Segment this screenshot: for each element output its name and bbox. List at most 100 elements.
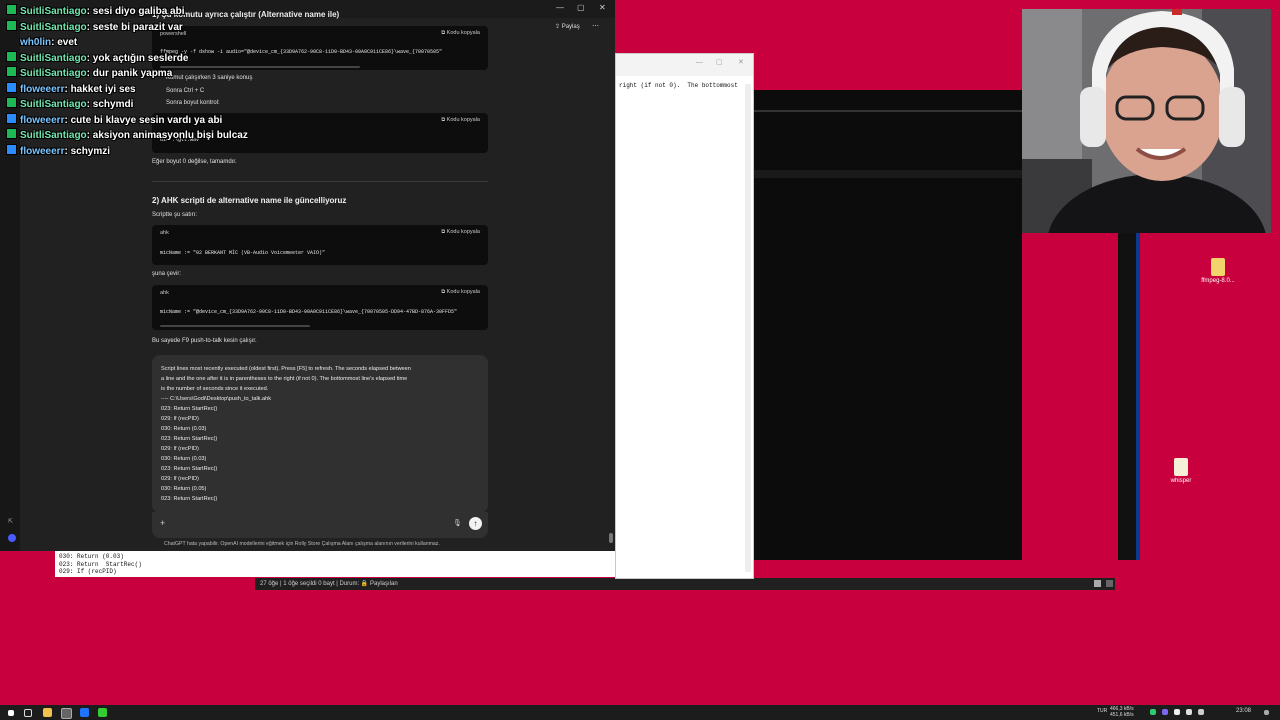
step-item: Sonra Ctrl + C <box>166 88 205 94</box>
background-window <box>752 90 1022 560</box>
desktop-icon-label: whisper <box>1170 478 1192 484</box>
chat-text: cute bi klavye sesin vardı ya abi <box>70 115 223 126</box>
step-item: Komut çalışırken 3 saniye konuş <box>166 75 253 81</box>
code-language: ahk <box>160 290 169 296</box>
add-attachment-button[interactable]: + <box>160 518 165 528</box>
copy-code-button[interactable]: ⧉ Kodu kopyala <box>441 117 480 124</box>
log-line: 030: Return (0.03) <box>59 553 124 560</box>
volume-icon[interactable] <box>1198 709 1204 715</box>
chat-message: SuitliSantiago: schymdi <box>6 97 133 112</box>
close-icon[interactable]: ✕ <box>738 58 744 66</box>
pasted-line: 030: Return (0.03) <box>161 456 207 462</box>
copy-label: Kodu kopyala <box>446 229 480 235</box>
badge-icon <box>6 51 17 62</box>
log-line: 029: If (recPID) <box>59 568 117 575</box>
chat-username: floweeerr <box>20 146 65 157</box>
close-icon[interactable]: ✕ <box>599 3 606 12</box>
section-heading: 2) AHK scripti de alternative name ile g… <box>152 196 347 205</box>
task-view-icon[interactable] <box>24 709 32 717</box>
microphone-icon[interactable]: 🎙 <box>453 519 462 527</box>
chat-username: floweeerr <box>20 115 65 126</box>
pasted-line: Script lines most recently executed (old… <box>161 366 411 372</box>
pasted-line: ---- C:\Users\Godi\Desktop\push_to_talk.… <box>161 396 272 402</box>
chat-text: evet <box>57 37 78 48</box>
language-indicator[interactable]: TUR <box>1097 708 1107 715</box>
chat-message: floweeerr: hakket iyi ses <box>6 82 136 97</box>
file-icon <box>1174 458 1188 476</box>
desktop-icon-whisper[interactable]: whisper <box>1151 458 1211 484</box>
minimize-icon[interactable]: — <box>556 3 564 12</box>
chat-text: schymzi <box>70 146 111 157</box>
notepad-text[interactable]: right (if not 0). The bottommost <box>619 82 738 89</box>
code-scrollbar[interactable] <box>160 66 360 68</box>
maximize-icon[interactable]: ▢ <box>716 58 723 66</box>
scrollbar[interactable] <box>1136 233 1140 560</box>
copy-label: Kodu kopyala <box>446 30 480 36</box>
code-block-powershell: powershell ⧉ Kodu kopyala ffmpeg -y -f d… <box>152 26 488 70</box>
wifi-icon[interactable] <box>1186 709 1192 715</box>
network-speed: 466,3 kB/s 451,6 kB/s <box>1110 706 1134 718</box>
copy-code-button[interactable]: ⧉ Kodu kopyala <box>441 229 480 236</box>
tiles-view-icon[interactable] <box>1106 580 1113 587</box>
message-composer[interactable]: Script lines most recently executed (old… <box>152 355 488 513</box>
avatar[interactable] <box>8 534 16 542</box>
divider <box>752 110 1022 112</box>
notification-icon[interactable] <box>1264 710 1269 715</box>
chat-username: floweeerr <box>20 84 65 95</box>
collapse-icon[interactable]: ⇱ <box>8 518 13 525</box>
paragraph: şuna çevir: <box>152 271 182 277</box>
tray-icon[interactable] <box>1174 709 1180 715</box>
composer-toolbar <box>152 512 488 538</box>
chat-text: dur panik yapma <box>92 68 173 79</box>
explorer-status-bar: 27 öğe | 1 öğe seçildi 0 bayt | Durum: 🔒… <box>255 578 1115 590</box>
share-button[interactable]: ⇪ Paylaş <box>555 23 580 30</box>
desktop-icon-ffmpeg[interactable]: ffmpeg-8.0... <box>1188 258 1248 284</box>
code-line: micName := "@device_cm_{33D9A762-90C8-11… <box>160 309 458 315</box>
arrow-up-icon: ↑ <box>473 519 478 528</box>
pasted-line: is the number of seconds since it execut… <box>161 386 269 392</box>
copy-label: Kodu kopyala <box>446 117 480 123</box>
chat-message: floweeerr: cute bi klavye sesin vardı ya… <box>6 113 222 128</box>
pasted-line: 030: Return (0.05) <box>161 486 207 492</box>
pasted-line: 023: Return StartRec() <box>161 466 218 472</box>
file-explorer-icon[interactable] <box>43 708 52 717</box>
chat-username: SuitliSantiago <box>20 99 87 110</box>
code-scrollbar[interactable] <box>160 325 310 327</box>
chat-message: floweeerr: schymzi <box>6 144 110 159</box>
pasted-line: 023: Return StartRec() <box>161 436 218 442</box>
maximize-icon[interactable]: ▢ <box>577 3 585 12</box>
more-options-icon[interactable]: ⋯ <box>592 22 599 30</box>
paragraph: Scriptte şu satırı: <box>152 212 198 218</box>
chatgpt-taskbar-icon[interactable] <box>61 708 72 719</box>
send-button[interactable]: ↑ <box>469 517 482 530</box>
app-icon[interactable] <box>98 708 107 717</box>
badge-icon <box>6 20 17 31</box>
badge-icon <box>6 66 17 77</box>
chat-username: wh0lin <box>20 37 52 48</box>
details-view-icon[interactable] <box>1094 580 1101 587</box>
chat-message: SuitliSantiago: sesi diyo galiba abi <box>6 4 184 19</box>
tray-icon[interactable] <box>1150 709 1156 715</box>
code-line: ffmpeg -y -f dshow -i audio="@device_cm_… <box>160 49 443 55</box>
notepad-scrollbar[interactable] <box>745 84 751 572</box>
copy-code-button[interactable]: ⧉ Kodu kopyala <box>441 30 480 37</box>
taskbar: 466,3 kB/s 451,6 kB/s TUR 23:08 <box>0 705 1280 720</box>
clock[interactable]: 23:08 <box>1236 708 1251 715</box>
badge-icon <box>6 144 17 155</box>
app-icon[interactable] <box>80 708 89 717</box>
net-down: 451,6 kB/s <box>1110 711 1134 718</box>
divider <box>752 170 1022 178</box>
pasted-line: 030: Return (0.03) <box>161 426 207 432</box>
chat-text: sesi diyo galiba abi <box>92 6 185 17</box>
badge-icon <box>6 128 17 139</box>
minimize-icon[interactable]: — <box>696 59 703 66</box>
pasted-log-text[interactable]: Script lines most recently executed (old… <box>161 364 479 504</box>
pasted-line: 023: Return StartRec() <box>161 496 218 502</box>
start-icon[interactable] <box>8 710 14 716</box>
disclaimer: ChatGPT hata yapabilir. OpenAI modelleri… <box>164 541 440 547</box>
copy-code-button[interactable]: ⧉ Kodu kopyala <box>441 289 480 296</box>
chat-text: schymdi <box>92 99 134 110</box>
scrollbar-thumb[interactable] <box>609 533 613 543</box>
pasted-line: a line and the one after it is in parent… <box>161 376 408 382</box>
tray-icon[interactable] <box>1162 709 1168 715</box>
